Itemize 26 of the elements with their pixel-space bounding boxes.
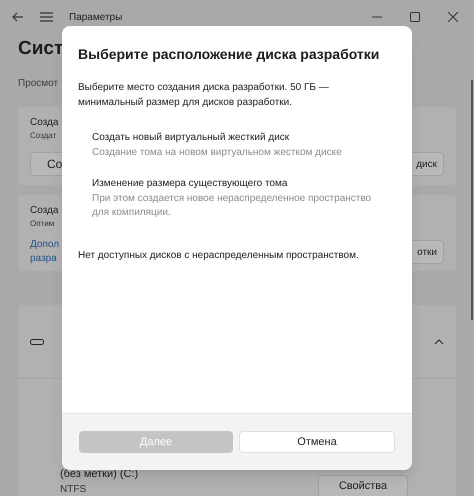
scrollbar[interactable] — [471, 80, 473, 320]
window-title: Параметры — [69, 10, 122, 24]
dialog-button[interactable]: Отмена — [239, 431, 395, 453]
properties-button[interactable]: Свойства — [318, 475, 408, 496]
option-item[interactable]: Изменение размера существующего тома При этом создается новое нераспределенное пространство для компиляции. — [90, 174, 396, 222]
dialog-title: Выберите расположение диска разработки — [78, 45, 380, 64]
chevron-up-icon[interactable] — [434, 338, 444, 344]
dialog-note: Нет доступных дисков с нераспределенным пространством. — [78, 249, 360, 263]
card-subtitle: Создат — [30, 130, 56, 142]
card-title: Созда — [30, 204, 58, 218]
maximize-icon[interactable] — [410, 12, 420, 22]
page-heading: Сист — [18, 37, 64, 61]
card-subtitle: Оптим — [30, 218, 54, 230]
page-subtitle: Просмот — [18, 77, 58, 91]
card-title: Созда — [30, 116, 58, 130]
back-icon[interactable] — [12, 11, 24, 23]
dialog-description: Выберите место создания диска разработки. 50 ГБ — минимальный размер для дисков разработки. — [78, 81, 330, 110]
option-description: При этом создается новое нераспределенное пространство для компиляции. — [92, 192, 372, 220]
settings-link[interactable]: Допол разра — [30, 238, 60, 266]
option-title: Изменение размера существующего тома — [92, 177, 288, 191]
option-description: Создание тома на новом виртуальном жестком диске — [92, 146, 343, 160]
close-icon[interactable] — [448, 12, 458, 22]
drive-icon — [30, 338, 44, 344]
filesystem-label: NTFS — [60, 483, 88, 496]
menu-icon[interactable] — [40, 12, 53, 22]
option-title: Создать новый виртуальный жесткий диск — [92, 131, 290, 145]
